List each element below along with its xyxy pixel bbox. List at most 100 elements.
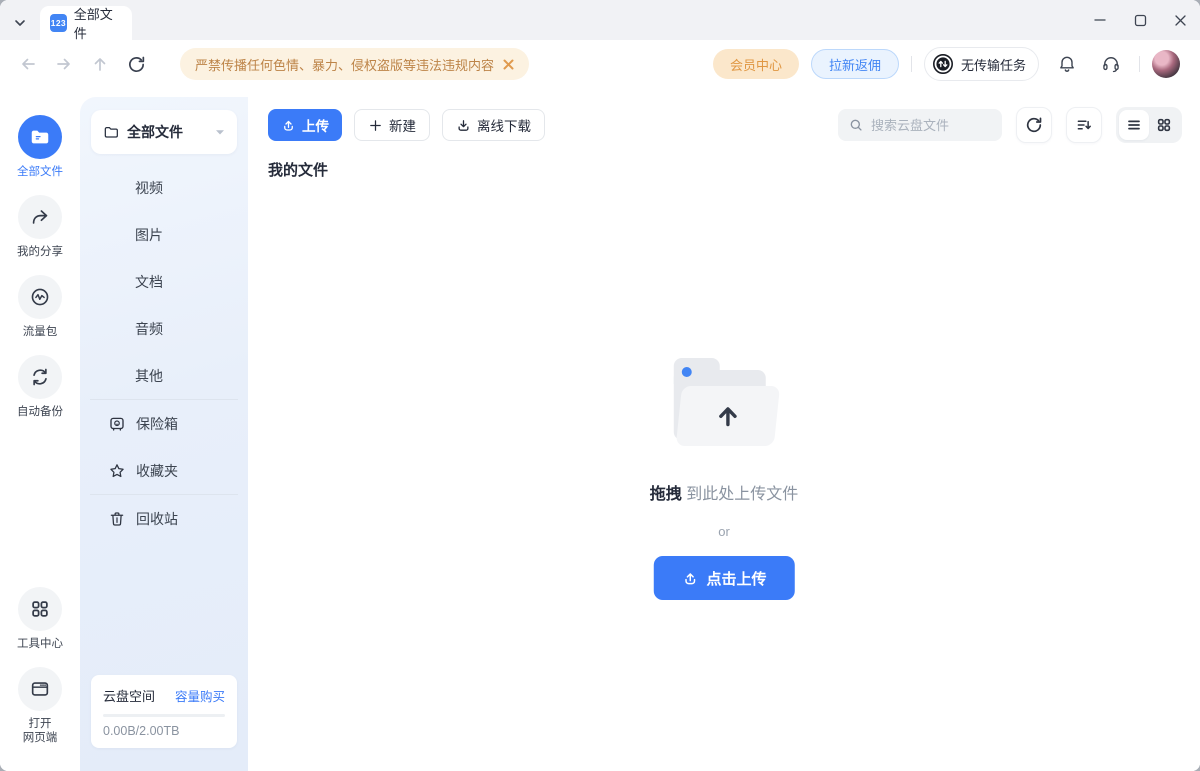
notifications-button[interactable] [1051,48,1083,80]
app-window: 123 全部文件 严禁传播任何色情、暴力 [0,0,1200,771]
tools-grid-icon [18,587,62,631]
notice-close-icon[interactable] [503,59,514,70]
breadcrumb: 我的文件 [268,159,328,180]
sidebar-item-others[interactable]: 其他 [80,352,248,399]
member-center-button[interactable]: 会员中心 [713,49,799,79]
maximize-icon [1134,14,1147,27]
arrow-up-icon [711,399,745,433]
rail-item-label: 打开网页端 [23,717,58,745]
refresh-list-button[interactable] [1016,107,1052,143]
rail-item-tool-center[interactable]: 工具中心 [17,587,63,651]
upload-icon [281,118,296,133]
rail-item-label: 流量包 [23,325,58,339]
window-controls [1080,0,1200,40]
toolbar-divider [911,56,912,72]
sidebar-item-favorites[interactable]: 收藏夹 [80,447,248,494]
file-actions-toolbar: 上传 新建 离线下载 [268,107,1182,143]
rail-item-label: 自动备份 [17,405,63,419]
upload-button[interactable]: 上传 [268,109,342,141]
sidebar-item-label: 收藏夹 [136,461,178,481]
rail-item-my-shares[interactable]: 我的分享 [17,195,63,259]
tab-list-chevron-button[interactable] [0,6,40,40]
share-icon [18,195,62,239]
sidebar-item-audio[interactable]: 音频 [80,305,248,352]
referral-button[interactable]: 拉新返佣 [811,49,899,79]
new-button[interactable]: 新建 [354,109,430,141]
search-box[interactable] [838,109,1002,141]
chevron-down-icon [12,15,28,31]
sidebar-item-safe-box[interactable]: 保险箱 [80,400,248,447]
storage-usage-text: 0.00B/2.00TB [103,724,225,738]
offline-download-label: 离线下载 [477,115,531,135]
offline-download-button[interactable]: 离线下载 [442,109,545,141]
transfer-status-label: 无传输任务 [961,55,1026,74]
minimize-button[interactable] [1080,0,1120,40]
support-button[interactable] [1095,48,1127,80]
browser-icon [18,667,62,711]
caret-down-icon [215,129,225,136]
sort-button[interactable] [1066,107,1102,143]
sidebar-root-selector[interactable]: 全部文件 [91,110,237,154]
back-button[interactable] [10,46,46,82]
drag-hint-text: 拖拽 到此处上传文件 [650,480,798,504]
toolbar-right-group: 会员中心 拉新返佣 无传输任务 [713,47,1180,81]
upload-icon [681,570,698,587]
rail-item-traffic-package[interactable]: 流量包 [18,275,62,339]
trash-icon [108,510,126,528]
user-avatar[interactable] [1152,50,1180,78]
sort-icon [1075,116,1093,134]
sidebar-root-label: 全部文件 [127,122,183,142]
sidebar-item-label: 保险箱 [136,414,178,434]
maximize-button[interactable] [1120,0,1160,40]
grid-view-button[interactable] [1149,110,1179,140]
traffic-icon [18,275,62,319]
icon-rail: 全部文件 我的分享 流量包 自动备份 [0,88,80,771]
arrow-left-icon [18,54,38,74]
folder-outline-icon [103,124,119,140]
close-icon [1174,14,1187,27]
rail-item-label: 工具中心 [17,637,63,651]
headset-icon [1101,54,1121,74]
transfer-icon [932,53,954,75]
sync-icon [18,355,62,399]
upload-button-label: 上传 [302,115,329,135]
main-content: 上传 新建 离线下载 [248,88,1200,771]
transfer-tasks-button[interactable]: 无传输任务 [924,47,1039,81]
list-view-button[interactable] [1119,110,1149,140]
click-upload-label: 点击上传 [706,568,766,589]
rail-item-label: 我的分享 [17,245,63,259]
list-view-icon [1126,117,1142,133]
view-toggle [1116,107,1182,143]
rail-item-open-web[interactable]: 打开网页端 [18,667,62,745]
close-button[interactable] [1160,0,1200,40]
plus-icon [368,118,383,133]
new-button-label: 新建 [389,115,416,135]
empty-folder-illustration [668,356,780,448]
tab-all-files[interactable]: 123 全部文件 [40,6,132,40]
app-logo-icon: 123 [50,14,67,32]
forward-button[interactable] [46,46,82,82]
search-input[interactable] [871,118,986,133]
storage-card: 云盘空间 容量购买 0.00B/2.00TB [91,675,237,748]
refresh-button[interactable] [118,46,154,82]
sidebar-item-documents[interactable]: 文档 [80,258,248,305]
up-button[interactable] [82,46,118,82]
sidebar-item-recycle-bin[interactable]: 回收站 [80,495,248,542]
star-icon [108,462,126,480]
search-icon [848,117,864,133]
tab-title: 全部文件 [74,4,122,42]
empty-state: 拖拽 到此处上传文件 or 点击上传 [650,356,798,600]
sidebar-item-images[interactable]: 图片 [80,211,248,258]
rail-item-auto-backup[interactable]: 自动备份 [17,355,63,419]
or-text: or [718,524,730,539]
click-upload-button[interactable]: 点击上传 [653,556,794,600]
minimize-icon [1093,13,1107,27]
rail-item-label: 全部文件 [17,165,63,179]
notice-text: 严禁传播任何色情、暴力、侵权盗版等违法违规内容 [195,55,494,74]
sidebar-item-videos[interactable]: 视频 [80,164,248,211]
grid-view-icon [1156,117,1172,133]
content-policy-notice: 严禁传播任何色情、暴力、侵权盗版等违法违规内容 [180,48,529,80]
buy-capacity-link[interactable]: 容量购买 [175,686,225,705]
navigation-toolbar: 严禁传播任何色情、暴力、侵权盗版等违法违规内容 会员中心 拉新返佣 无传输任务 [0,40,1200,88]
rail-item-all-files[interactable]: 全部文件 [17,115,63,179]
